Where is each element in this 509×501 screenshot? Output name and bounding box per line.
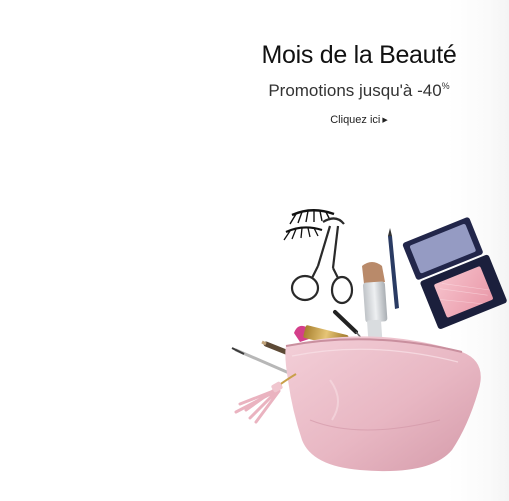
blush-compact (402, 217, 507, 330)
zipper-tassel (234, 373, 297, 424)
eyeliner-pencil (388, 228, 399, 309)
promo-banner[interactable]: Mois de la Beauté Promotions jusqu'à -40… (0, 0, 509, 501)
cosmetics-illustration (231, 209, 507, 472)
cosmetic-pouch (285, 336, 481, 472)
eyelash-curler (290, 217, 354, 305)
